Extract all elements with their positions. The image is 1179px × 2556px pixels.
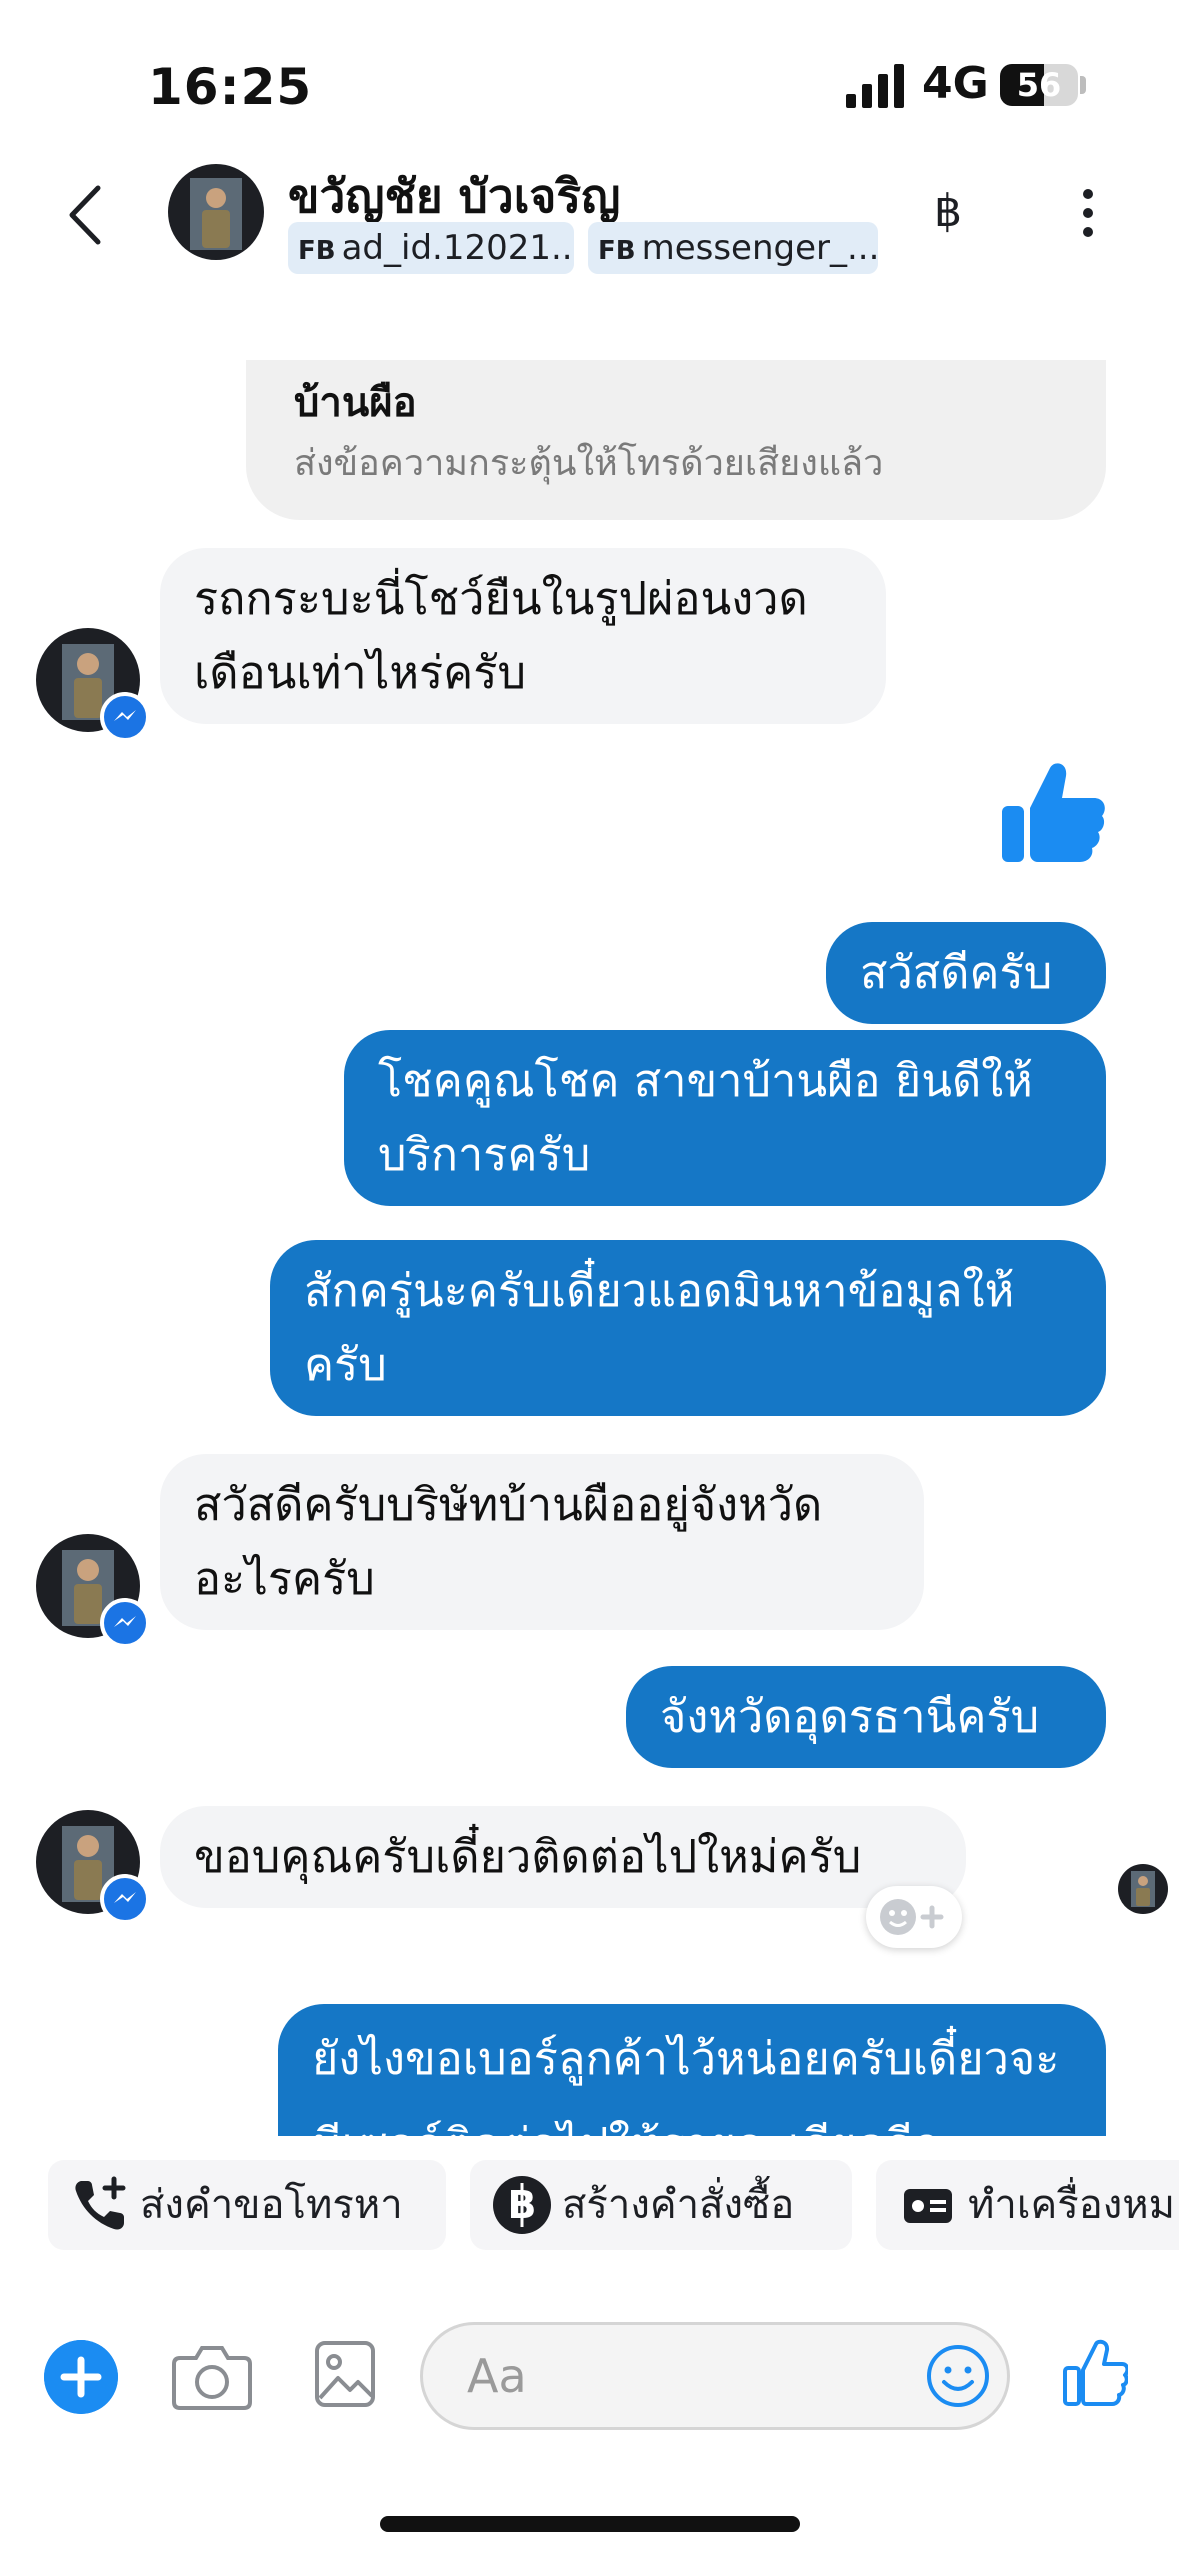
create-order-chip[interactable]: B สร้างคำสั่งซื้อ xyxy=(470,2160,852,2250)
message-bubble-outgoing[interactable]: ยังไงขอเบอร์ลูกค้าไว้หน่อยครับเดี๋ยวจะมี… xyxy=(278,2004,1106,2136)
chip-label: สร้างคำสั่งซื้อ xyxy=(562,2182,795,2228)
person-photo-icon xyxy=(1131,1871,1155,1907)
battery-icon: 56 xyxy=(1000,64,1078,106)
battery-level: 56 xyxy=(1016,66,1062,104)
tag-label: messenger_... xyxy=(641,228,878,268)
tag-label: ad_id.12021... xyxy=(341,228,574,268)
status-time: 16:25 xyxy=(148,58,313,116)
system-notice-title: บ้านผือ xyxy=(294,380,417,426)
message-bubble-incoming[interactable]: รถกระบะนี่โชว์ยืนในรูปผ่อนงวดเดือนเท่าไห… xyxy=(160,548,886,724)
tag-prefix: FB xyxy=(298,236,336,266)
person-photo-icon xyxy=(190,178,242,250)
network-type: 4G xyxy=(922,58,989,109)
quick-actions-bar: ส่งคำขอโทรหา B สร้างคำสั่งซื้อ ทำเครื่อง… xyxy=(0,2136,1179,2286)
cellular-signal-icon xyxy=(846,64,904,108)
message-bubble-outgoing[interactable]: จังหวัดอุดรธานีครับ xyxy=(626,1666,1106,1768)
camera-icon[interactable] xyxy=(172,2340,252,2410)
emoji-icon[interactable] xyxy=(926,2344,990,2408)
messenger-badge-icon xyxy=(100,692,150,742)
request-call-chip[interactable]: ส่งคำขอโทรหา xyxy=(48,2160,446,2250)
baht-circle-icon: B xyxy=(493,2176,551,2234)
ad-id-tag[interactable]: FB ad_id.12021... xyxy=(288,222,574,274)
add-reaction-icon[interactable] xyxy=(866,1886,962,1948)
tag-prefix: FB xyxy=(598,236,636,266)
home-indicator xyxy=(380,2516,800,2532)
chip-label: ส่งคำขอโทรหา xyxy=(140,2182,403,2228)
message-bubble-outgoing[interactable]: สวัสดีครับ xyxy=(826,922,1106,1024)
id-card-icon xyxy=(904,2189,952,2223)
message-bubble-incoming[interactable]: ขอบคุณครับเดี๋ยวติดต่อไปใหม่ครับ xyxy=(160,1806,966,1908)
baht-button[interactable]: ฿ xyxy=(934,186,962,237)
contact-avatar[interactable] xyxy=(168,164,264,260)
message-input[interactable]: Aa xyxy=(420,2322,1010,2430)
message-bubble-outgoing[interactable]: โชคคูณโชค สาขาบ้านผือ ยินดีให้บริการครับ xyxy=(344,1030,1106,1206)
gallery-icon[interactable] xyxy=(314,2340,376,2408)
like-button-icon[interactable] xyxy=(1062,2338,1128,2408)
message-bubble-incoming[interactable]: สวัสดีครับบริษัทบ้านผืออยู่จังหวัดอะไรคร… xyxy=(160,1454,924,1630)
message-clip-area: ยังไงขอเบอร์ลูกค้าไว้หน่อยครับเดี๋ยวจะมี… xyxy=(0,1990,1179,2136)
phone-plus-icon xyxy=(75,2176,126,2230)
message-bubble-outgoing[interactable]: สักครู่นะครับเดี๋ยวแอดมินหาข้อมูลให้ครับ xyxy=(270,1240,1106,1416)
more-options-icon[interactable] xyxy=(1080,188,1096,238)
seen-receipt-avatar xyxy=(1118,1864,1168,1914)
messenger-badge-icon xyxy=(100,1598,150,1648)
messenger-badge-icon xyxy=(100,1874,150,1924)
thumbs-up-sticker-icon[interactable] xyxy=(1000,758,1106,868)
system-notice-subtitle: ส่งข้อความกระตุ้นให้โทรด้วยเสียงแล้ว xyxy=(294,443,884,484)
back-arrow-icon[interactable] xyxy=(60,180,110,250)
add-attachment-icon[interactable] xyxy=(44,2340,118,2414)
battery-cap xyxy=(1080,76,1086,94)
chip-label: ทำเครื่องหม xyxy=(968,2182,1176,2228)
mark-chip[interactable]: ทำเครื่องหม xyxy=(876,2160,1179,2250)
messenger-source-tag[interactable]: FB messenger_... xyxy=(588,222,878,274)
message-input-placeholder: Aa xyxy=(467,2349,527,2403)
